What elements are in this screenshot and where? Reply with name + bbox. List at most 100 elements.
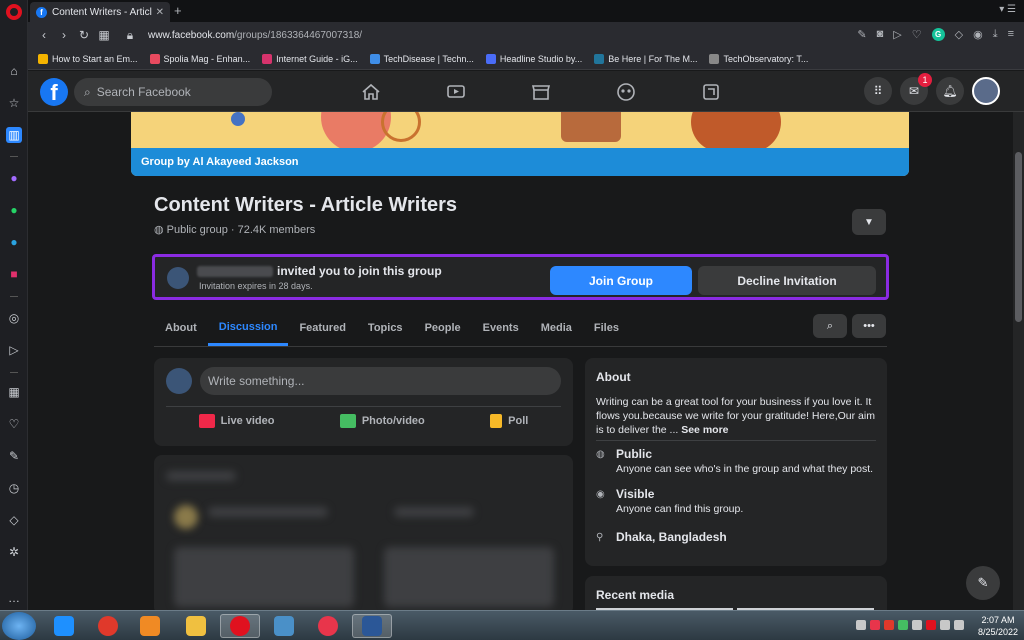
grammarly-icon[interactable]: G (931, 28, 945, 41)
whatsapp-icon[interactable]: ● (6, 202, 22, 218)
bookmark-item[interactable]: Be Here | For The M... (594, 53, 697, 64)
bookmark-item[interactable]: TechDisease | Techn... (369, 53, 474, 64)
download-icon[interactable]: ⤓ (993, 28, 998, 41)
more-dots-icon[interactable]: … (6, 590, 22, 606)
group-options-dropdown[interactable]: ▼ (852, 209, 886, 235)
live-video-button[interactable]: Live video (198, 414, 274, 428)
cube-icon[interactable]: ◇ (6, 512, 22, 528)
new-tab-button[interactable]: + (174, 3, 182, 18)
write-something-input[interactable]: Write something... (200, 367, 561, 395)
blurred-content (174, 505, 198, 529)
messenger-icon[interactable]: ✉ 1 (900, 73, 932, 105)
file-explorer-icon[interactable] (176, 614, 216, 638)
bookmark-item[interactable]: Spolia Mag - Enhan... (149, 53, 250, 64)
close-tab-icon[interactable]: ✕ (156, 7, 164, 18)
tray-icon[interactable] (884, 620, 894, 630)
settings-gear-icon[interactable]: ✲ (6, 544, 22, 560)
taskbar-clock[interactable]: 2:07 AM 8/25/2022 (978, 614, 1018, 638)
home-nav-icon[interactable] (328, 79, 413, 105)
visible-title: Visible (616, 487, 655, 501)
notifications-bell-icon[interactable]: 🔔︎ (936, 77, 964, 105)
media-player-icon[interactable] (130, 614, 170, 638)
heart-icon[interactable]: ♡ (6, 416, 22, 432)
reload-icon[interactable]: ↻ (74, 28, 94, 42)
volume-icon[interactable] (954, 620, 964, 630)
bookmark-item[interactable]: Headline Studio by... (485, 53, 582, 64)
lock-icon[interactable]: 🔒︎ (120, 28, 140, 43)
back-icon[interactable]: ‹ (34, 28, 54, 42)
bookmark-item[interactable]: Internet Guide - iG... (262, 53, 358, 64)
tab-people[interactable]: People (414, 310, 472, 346)
group-search-button[interactable]: ⌕ (813, 314, 847, 338)
scrollbar-thumb[interactable] (1015, 152, 1022, 322)
join-group-button[interactable]: Join Group (550, 266, 692, 295)
poll-button[interactable]: Poll (490, 414, 528, 428)
telegram-icon[interactable]: ● (6, 234, 22, 250)
tray-icon[interactable] (898, 620, 908, 630)
extension-cube-icon[interactable]: ◇ (955, 28, 963, 41)
network-app-icon[interactable] (264, 614, 304, 638)
decline-invitation-button[interactable]: Decline Invitation (698, 266, 876, 295)
profile-icon[interactable]: ◉ (973, 28, 983, 41)
tab-files[interactable]: Files (583, 310, 630, 346)
group-more-button[interactable]: ••• (852, 314, 886, 338)
bookmark-item[interactable]: How to Start an Em... (38, 53, 138, 64)
avatar[interactable] (166, 368, 192, 394)
group-cover-photo[interactable]: Group by Al Akayeed Jackson (131, 112, 909, 176)
instagram-icon[interactable]: ■ (6, 266, 22, 282)
page-scrollbar[interactable] (1013, 112, 1024, 610)
tray-icon[interactable] (856, 620, 866, 630)
tab-featured[interactable]: Featured (288, 310, 356, 346)
forward-icon[interactable]: › (54, 28, 74, 42)
internet-explorer-icon[interactable] (44, 614, 84, 638)
send-icon[interactable]: ▷ (6, 342, 22, 358)
url-field[interactable]: www.facebook.com/groups/1863364467007318… (148, 30, 362, 41)
send-icon[interactable]: ▷ (893, 28, 901, 41)
facebook-logo-icon[interactable]: f (40, 78, 68, 106)
opera-taskbar-icon[interactable] (220, 614, 260, 638)
tab-discussion[interactable]: Discussion (207, 310, 289, 346)
tray-icon[interactable] (940, 620, 950, 630)
extensions-icon[interactable]: ▦ (6, 384, 22, 400)
address-bar-actions: ✎ ◙ ▷ ♡ G ◇ ◉ ⤓ ≡ (857, 28, 1014, 41)
messenger-sidebar-icon[interactable]: ● (6, 170, 22, 186)
see-more-link[interactable]: See more (681, 424, 728, 436)
browser-tab[interactable]: f Content Writers - Article W ✕ (30, 2, 170, 22)
bookmark-favicon-icon (369, 53, 380, 64)
new-message-button[interactable]: ✎ (966, 566, 1000, 600)
picsart-icon[interactable] (308, 614, 348, 638)
camera-icon[interactable]: ◙ (877, 28, 884, 41)
groups-nav-icon[interactable] (583, 79, 668, 105)
menu-icon[interactable]: ≡ (1008, 28, 1014, 41)
window-controls-icon[interactable]: ▾ ☰ (999, 4, 1016, 15)
home-icon[interactable]: ⌂ (6, 63, 22, 79)
bookmarks-panel-icon[interactable]: ▥ (6, 127, 22, 143)
tab-about[interactable]: About (154, 310, 208, 346)
tab-media[interactable]: Media (530, 310, 583, 346)
opera-logo-icon[interactable] (6, 4, 22, 20)
tray-icon[interactable] (912, 620, 922, 630)
tray-icon[interactable] (870, 620, 880, 630)
heart-icon[interactable]: ♡ (912, 28, 922, 41)
bookmark-item[interactable]: TechObservatory: T... (709, 53, 808, 64)
tab-topics[interactable]: Topics (357, 310, 414, 346)
tab-events[interactable]: Events (472, 310, 530, 346)
chrome-icon[interactable] (88, 614, 128, 638)
start-button[interactable] (2, 612, 36, 640)
history-icon[interactable]: ◷ (6, 480, 22, 496)
photo-video-button[interactable]: Photo/video (339, 414, 425, 428)
word-icon[interactable] (352, 614, 392, 638)
account-avatar[interactable] (972, 77, 1000, 105)
watch-nav-icon[interactable] (413, 79, 498, 105)
pinboard-icon[interactable]: ✎ (6, 448, 22, 464)
marketplace-nav-icon[interactable] (498, 79, 583, 105)
menu-grid-icon[interactable]: ⠿ (864, 77, 892, 105)
player-icon[interactable]: ◎ (6, 310, 22, 326)
tabs-grid-icon[interactable]: ▦ (94, 28, 114, 42)
gaming-nav-icon[interactable] (668, 79, 753, 105)
tray-icon[interactable] (926, 620, 936, 630)
edit-icon[interactable]: ✎ (857, 28, 866, 41)
inviter-avatar[interactable] (167, 267, 189, 289)
speed-dial-icon[interactable]: ☆ (6, 95, 22, 111)
search-input[interactable]: ⌕ Search Facebook (74, 78, 272, 106)
